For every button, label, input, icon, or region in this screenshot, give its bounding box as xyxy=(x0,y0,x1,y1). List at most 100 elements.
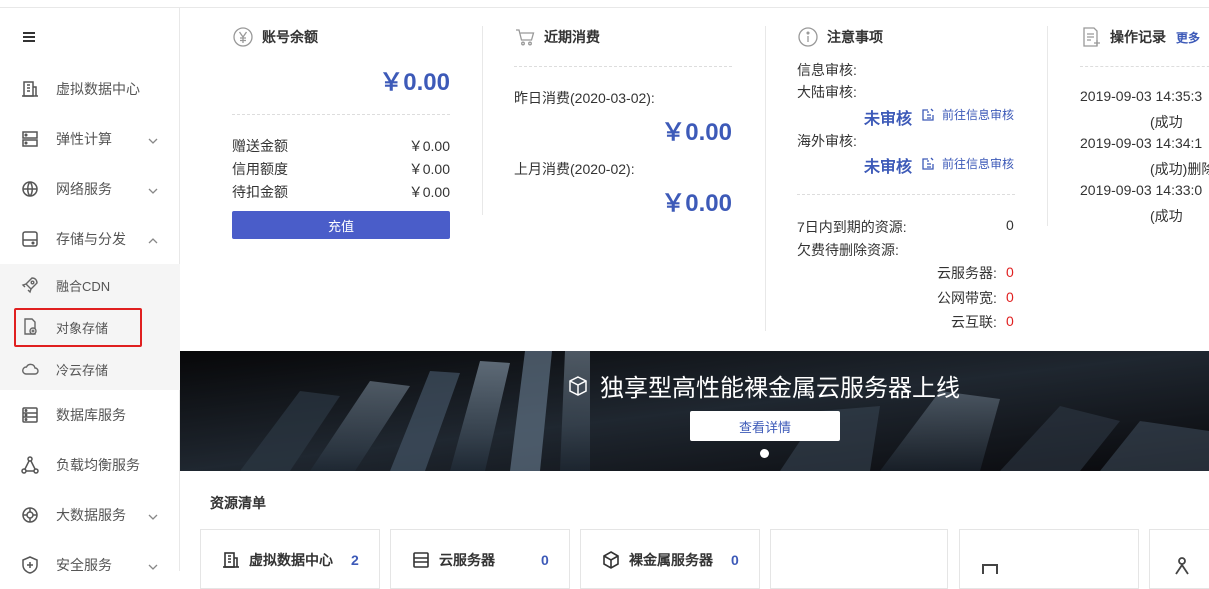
shield-icon xyxy=(20,555,40,575)
card-count: 0 xyxy=(541,552,549,568)
lastmonth-label: 上月消费(2020-02): xyxy=(514,161,635,177)
sidebar-item-database[interactable]: 数据库服务 xyxy=(0,393,180,437)
row-value: ￥0.00 xyxy=(408,161,450,177)
divider xyxy=(1080,66,1209,67)
banner-title-text: 独享型高性能裸金属云服务器上线 xyxy=(600,375,960,402)
more-link[interactable]: 更多 xyxy=(1176,29,1200,46)
storage-icon xyxy=(20,229,40,249)
resource-card-empty[interactable] xyxy=(770,529,948,589)
link-text[interactable]: 前往信息审核 xyxy=(942,106,1014,123)
mainland-review-link[interactable]: 前往信息审核 xyxy=(921,106,1014,123)
mainland-review-label: 大陆审核: xyxy=(797,84,857,100)
notice-title-text: 注意事项 xyxy=(827,29,883,45)
resource-card-virtual-dc[interactable]: 虚拟数据中心 2 xyxy=(200,529,380,589)
carousel-dot[interactable] xyxy=(760,449,769,458)
sidebar-item-label: 数据库服务 xyxy=(56,407,126,423)
yesterday-amount: ￥0.00 xyxy=(661,119,732,146)
balance-row-gift: 赠送金额 ￥0.00 xyxy=(232,136,450,156)
cube-icon xyxy=(601,550,621,570)
card-label: 虚拟数据中心 xyxy=(249,552,333,568)
consumption-title: 近期消费 xyxy=(514,26,600,48)
loadbalance-icon xyxy=(20,455,40,475)
arrears-interconnect-value: 0 xyxy=(1006,313,1014,329)
divider xyxy=(797,194,1015,195)
arrears-label: 欠费待删除资源: xyxy=(797,242,899,258)
sidebar-item-label: 存储与分发 xyxy=(56,231,126,247)
arrears-cloudserver-label: 云服务器: xyxy=(937,265,997,281)
sidebar-item-label: 虚拟数据中心 xyxy=(56,81,140,97)
recharge-button[interactable]: 充值 xyxy=(232,211,450,239)
sidebar-item-network[interactable]: 网络服务 xyxy=(0,167,180,211)
yesterday-label: 昨日消费(2020-03-02): xyxy=(514,90,655,106)
oplog-entry-result: (成功 xyxy=(1150,114,1183,130)
arrears-interconnect-label: 云互联: xyxy=(951,314,997,330)
server-icon xyxy=(411,550,431,570)
balance-row-pending: 待扣金额 ￥0.00 xyxy=(232,182,450,202)
oplog-entry-time: 2019-09-03 14:33:0 xyxy=(1080,182,1203,198)
sidebar-subitem-cold-storage[interactable]: 冷云存储 xyxy=(0,348,180,390)
divider xyxy=(232,114,450,115)
sidebar-item-elastic-compute[interactable]: 弹性计算 xyxy=(0,117,180,161)
building-icon xyxy=(221,550,241,570)
edit-icon xyxy=(921,107,936,122)
sidebar-item-load-balance[interactable]: 负载均衡服务 xyxy=(0,443,180,487)
overseas-status: 未审核 xyxy=(864,159,913,176)
arrears-bandwidth-label: 公网带宽: xyxy=(937,290,997,306)
card-count: 0 xyxy=(731,552,739,568)
panel-divider xyxy=(482,26,483,215)
building-icon xyxy=(20,79,40,99)
card-label: 裸金属服务器 xyxy=(629,552,713,568)
oplog-entry-time: 2019-09-03 14:35:3 xyxy=(1080,88,1203,104)
globe-icon xyxy=(20,179,40,199)
mainland-status: 未审核 xyxy=(864,111,913,128)
divider xyxy=(514,66,732,67)
arrears-bandwidth-value: 0 xyxy=(1006,289,1014,305)
panel-divider xyxy=(765,26,766,331)
balance-row-credit: 信用额度 ￥0.00 xyxy=(232,159,450,179)
balance-title: 账号余额 xyxy=(232,26,318,48)
sidebar: 虚拟数据中心 弹性计算 网络服务 存储与分发 融合CDN 对象存储 冷云存储 数… xyxy=(0,8,180,574)
oplog-entry-time: 2019-09-03 14:34:1 xyxy=(1080,135,1203,151)
oplog-entry-result: (成功 xyxy=(1150,208,1183,224)
oplog-title: 操作记录 更多 xyxy=(1080,26,1200,48)
notice-title: 注意事项 xyxy=(797,26,883,48)
overseas-review-label: 海外审核: xyxy=(797,133,857,149)
overseas-review-link[interactable]: 前往信息审核 xyxy=(921,155,1014,172)
sidebar-subitem-cdn[interactable]: 融合CDN xyxy=(0,264,180,306)
cart-icon xyxy=(514,26,536,48)
expiring-label: 7日内到期的资源: xyxy=(797,219,907,235)
cloud-icon xyxy=(20,359,40,379)
cube-icon xyxy=(566,374,590,398)
sidebar-item-security[interactable]: 安全服务 xyxy=(0,543,180,587)
sidebar-item-bigdata[interactable]: 大数据服务 xyxy=(0,493,180,537)
bigdata-icon xyxy=(20,505,40,525)
card-header: 裸金属服务器 xyxy=(601,550,713,570)
row-label: 信用额度 xyxy=(232,161,288,177)
sidebar-item-label: 大数据服务 xyxy=(56,507,126,523)
resource-card-cloud-server[interactable]: 云服务器 0 xyxy=(390,529,570,589)
rocket-icon xyxy=(20,275,40,295)
sidebar-item-storage[interactable]: 存储与分发 xyxy=(0,217,180,261)
banner-title: 独享型高性能裸金属云服务器上线 xyxy=(566,368,960,403)
database-icon xyxy=(20,405,40,425)
document-icon xyxy=(1080,26,1102,48)
link-text[interactable]: 前往信息审核 xyxy=(942,155,1014,172)
resource-card-partial-right[interactable] xyxy=(1149,529,1209,589)
chevron-up-icon xyxy=(148,234,158,244)
resources-title: 资源清单 xyxy=(210,495,266,511)
top-border xyxy=(0,0,1209,8)
sidebar-item-label: 冷云存储 xyxy=(56,362,109,378)
sidebar-item-virtual-dc[interactable]: 虚拟数据中心 xyxy=(0,67,180,111)
info-icon xyxy=(797,26,819,48)
hamburger-icon[interactable] xyxy=(22,28,36,49)
view-details-button[interactable]: 查看详情 xyxy=(690,411,840,441)
row-label: 赠送金额 xyxy=(232,138,288,154)
sidebar-item-label: 网络服务 xyxy=(56,181,112,197)
yen-circle-icon xyxy=(232,26,254,48)
card-header: 虚拟数据中心 xyxy=(221,550,333,570)
resource-card-bare-metal[interactable]: 裸金属服务器 0 xyxy=(580,529,760,589)
selection-highlight xyxy=(14,308,142,347)
resource-card-partial[interactable] xyxy=(959,529,1139,589)
chevron-down-icon xyxy=(148,134,158,144)
sidebar-item-label: 安全服务 xyxy=(56,557,112,573)
